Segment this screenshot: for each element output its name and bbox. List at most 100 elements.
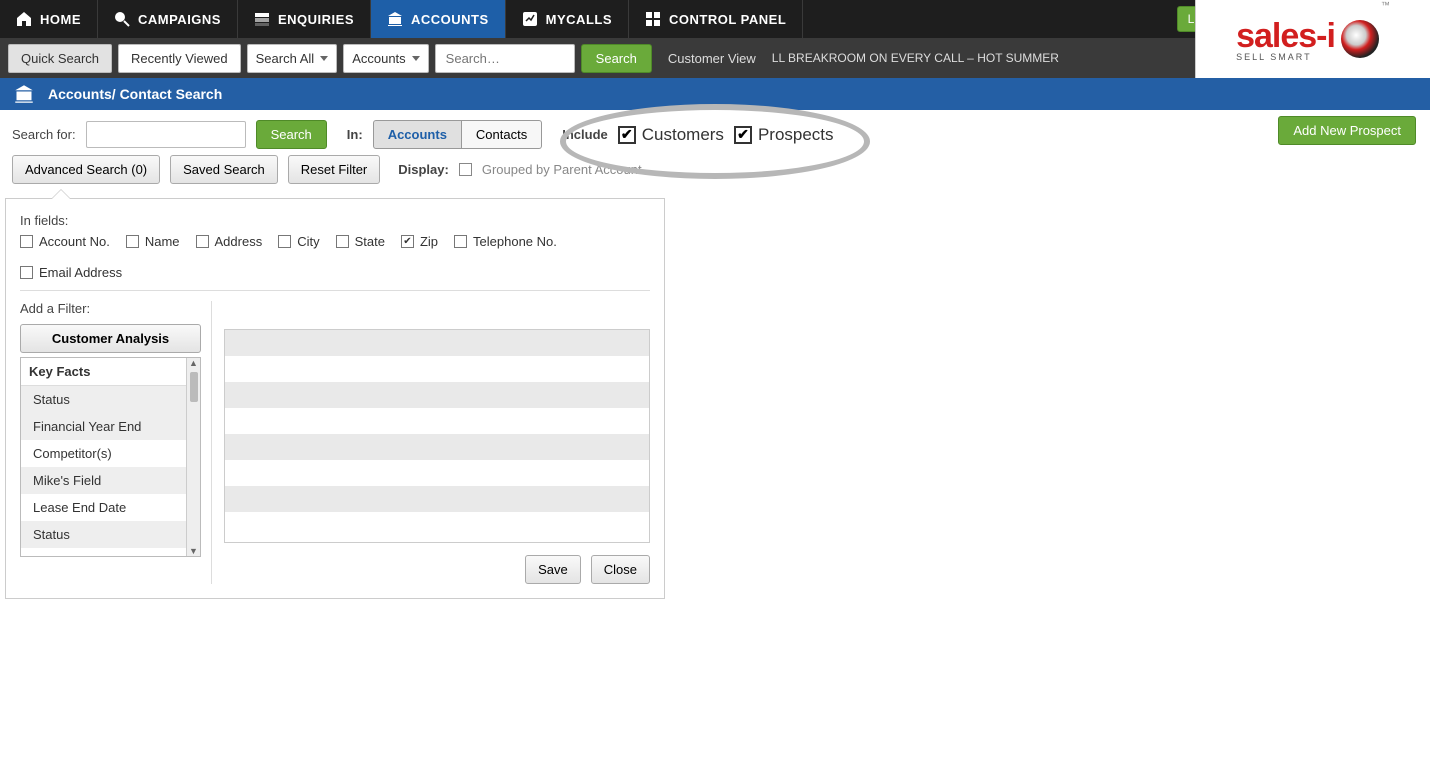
fields-row: Account No. Name Address City State Zip Teleph… (20, 228, 650, 291)
nav-label: ENQUIRIES (278, 12, 354, 27)
field-checkbox-name[interactable]: Name (126, 234, 180, 249)
scrollbar[interactable]: ▲ ▼ (186, 358, 200, 556)
add-prospect-button[interactable]: Add New Prospect (1278, 116, 1416, 145)
table-row (225, 330, 649, 356)
checkbox-icon (20, 266, 33, 279)
close-button[interactable]: Close (591, 555, 650, 584)
search-row-2: Advanced Search (0) Saved Search Reset F… (0, 155, 1430, 194)
accounts-dropdown[interactable]: Accounts (343, 44, 428, 73)
prospects-checkbox[interactable] (734, 126, 752, 144)
table-row (225, 382, 649, 408)
accounts-icon (387, 11, 403, 27)
customers-label: Customers (642, 125, 724, 145)
nav-campaigns[interactable]: CAMPAIGNS (98, 0, 238, 38)
logo-eye-icon (1341, 20, 1379, 58)
nav-label: CAMPAIGNS (138, 12, 221, 27)
filter-list-item[interactable]: Status (21, 386, 200, 413)
marquee-text: LL BREAKROOM ON EVERY CALL – HOT SUMMER (772, 51, 1059, 65)
dropdown-label: Search All (256, 51, 315, 66)
filter-list-item[interactable]: Lease End Date (21, 494, 200, 521)
field-label: Zip (420, 234, 438, 249)
customer-analysis-button[interactable]: Customer Analysis (20, 324, 201, 353)
search-input[interactable] (435, 44, 575, 73)
search-button[interactable]: Search (581, 44, 652, 73)
search-for-input[interactable] (86, 121, 246, 148)
checkbox-icon (401, 235, 414, 248)
nav-accounts[interactable]: ACCOUNTS (371, 0, 506, 38)
customers-checkbox-wrap: Customers (618, 125, 724, 145)
table-row (225, 434, 649, 460)
segment-contacts[interactable]: Contacts (462, 120, 542, 149)
display-label: Display: (398, 162, 449, 177)
control-panel-icon (645, 11, 661, 27)
filter-list-item[interactable]: Financial Year End (21, 413, 200, 440)
scroll-thumb[interactable] (190, 372, 198, 402)
grouped-checkbox[interactable] (459, 163, 472, 176)
prospects-checkbox-wrap: Prospects (734, 125, 834, 145)
field-checkbox-address[interactable]: Address (196, 234, 263, 249)
search-toolbar: Quick Search Recently Viewed Search All … (0, 38, 1195, 78)
field-label: Name (145, 234, 180, 249)
nav-enquiries[interactable]: ENQUIRIES (238, 0, 371, 38)
field-label: Telephone No. (473, 234, 557, 249)
accounts-icon (14, 84, 34, 104)
nav-label: CONTROL PANEL (669, 12, 786, 27)
search-row: Search for: Search In: Accounts Contacts… (0, 110, 1430, 155)
filter-results-table (224, 329, 650, 543)
filter-section: Add a Filter: Customer Analysis Key Fact… (20, 301, 650, 584)
field-checkbox-email-address[interactable]: Email Address (20, 265, 122, 280)
field-label: Email Address (39, 265, 122, 280)
table-row (225, 512, 649, 538)
nav-control-panel[interactable]: CONTROL PANEL (629, 0, 803, 38)
filter-list-item[interactable]: Status (21, 521, 200, 548)
customer-view-link[interactable]: Customer View (668, 51, 756, 66)
search-button[interactable]: Search (256, 120, 327, 149)
home-icon (16, 11, 32, 27)
customers-checkbox[interactable] (618, 126, 636, 144)
table-row (225, 356, 649, 382)
field-label: Account No. (39, 234, 110, 249)
checkbox-icon (20, 235, 33, 248)
nav-mycalls[interactable]: MYCALLS (506, 0, 629, 38)
field-checkbox-state[interactable]: State (336, 234, 385, 249)
logo-tagline: SELL SMART (1236, 52, 1312, 62)
enquiries-icon (254, 11, 270, 27)
segment-accounts[interactable]: Accounts (373, 120, 462, 149)
recently-viewed-tab[interactable]: Recently Viewed (118, 44, 241, 73)
checkbox-icon (126, 235, 139, 248)
quick-search-tab[interactable]: Quick Search (8, 44, 112, 73)
checkbox-icon (454, 235, 467, 248)
field-checkbox-zip[interactable]: Zip (401, 234, 438, 249)
mycalls-icon (522, 11, 538, 27)
search-all-dropdown[interactable]: Search All (247, 44, 338, 73)
advanced-search-button[interactable]: Advanced Search (0) (12, 155, 160, 184)
reset-filter-button[interactable]: Reset Filter (288, 155, 380, 184)
in-fields-label: In fields: (20, 213, 650, 228)
nav-home[interactable]: HOME (0, 0, 98, 38)
nav-label: ACCOUNTS (411, 12, 489, 27)
trademark-icon: ™ (1381, 0, 1390, 10)
field-checkbox-telephone-no-[interactable]: Telephone No. (454, 234, 557, 249)
filter-left-panel: Add a Filter: Customer Analysis Key Fact… (20, 301, 212, 584)
in-segment: Accounts Contacts (373, 120, 543, 149)
filter-list-item[interactable]: Competitor(s) (21, 440, 200, 467)
checkbox-icon (196, 235, 209, 248)
table-row (225, 486, 649, 512)
prospects-label: Prospects (758, 125, 834, 145)
filter-list-item[interactable]: Mike's Field (21, 467, 200, 494)
field-checkbox-account-no-[interactable]: Account No. (20, 234, 110, 249)
field-label: Address (215, 234, 263, 249)
saved-search-button[interactable]: Saved Search (170, 155, 278, 184)
field-checkbox-city[interactable]: City (278, 234, 319, 249)
nav-label: MYCALLS (546, 12, 612, 27)
dropdown-label: Accounts (352, 51, 405, 66)
top-nav-left: HOME CAMPAIGNS ENQUIRIES ACCOUNTS MYCALL… (0, 0, 803, 38)
save-button[interactable]: Save (525, 555, 581, 584)
field-label: City (297, 234, 319, 249)
table-row (225, 460, 649, 486)
scroll-down-icon: ▼ (189, 546, 198, 556)
advanced-search-panel: In fields: Account No. Name Address City Sta… (5, 198, 665, 599)
nav-label: HOME (40, 12, 81, 27)
table-row (225, 408, 649, 434)
grouped-label: Grouped by Parent Account (482, 162, 642, 177)
